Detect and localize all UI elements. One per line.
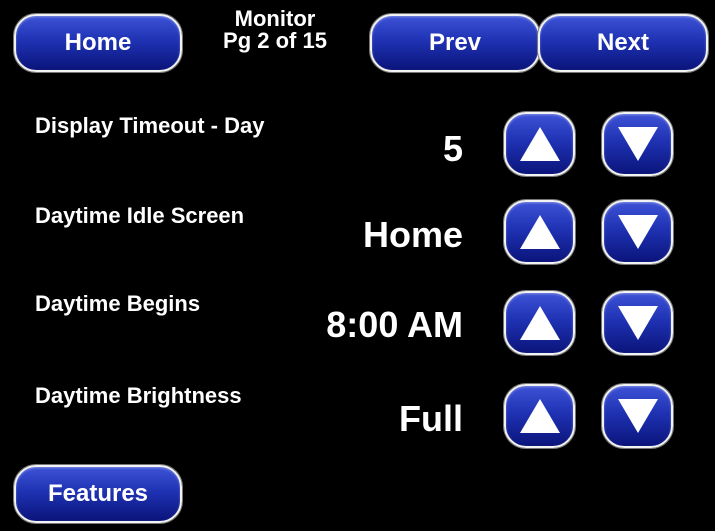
triangle-down-icon [617,306,658,340]
page-title-name: Monitor [234,6,316,31]
triangle-down-icon [617,215,658,249]
daytime-begins-up-button[interactable] [504,291,575,355]
triangle-up-icon [519,215,560,249]
monitor-settings-screen: Home Monitor Pg 2 of 15 Prev Next Displa… [0,0,715,531]
page-indicator: Pg 2 of 15 [223,28,327,53]
home-button-label: Home [64,29,132,56]
setting-label-display-timeout-day: Display Timeout - Day [35,113,265,138]
display-timeout-day-up-button[interactable] [504,112,575,176]
next-button[interactable]: Next [538,14,708,72]
next-button-label: Next [596,29,650,56]
triangle-down-icon [617,127,658,161]
daytime-brightness-down-button[interactable] [602,384,673,448]
triangle-down-icon [617,399,658,433]
setting-label-daytime-idle-screen: Daytime Idle Screen [35,203,245,228]
setting-value-daytime-idle-screen: Home [362,214,463,255]
page-title: Monitor Pg 2 of 15 [185,8,365,52]
display-timeout-day-down-button[interactable] [602,112,673,176]
daytime-brightness-up-button[interactable] [504,384,575,448]
setting-label-daytime-begins: Daytime Begins [35,291,201,316]
daytime-begins-down-button[interactable] [602,291,673,355]
daytime-idle-screen-up-button[interactable] [504,200,575,264]
prev-button[interactable]: Prev [370,14,540,72]
triangle-up-icon [519,306,560,340]
prev-button-label: Prev [428,29,482,56]
setting-value-daytime-brightness: Full [399,398,463,439]
daytime-idle-screen-down-button[interactable] [602,200,673,264]
setting-value-daytime-begins: 8:00 AM [326,304,463,345]
features-button-label: Features [47,480,149,507]
triangle-up-icon [519,399,560,433]
triangle-up-icon [519,127,560,161]
home-button[interactable]: Home [14,14,182,72]
setting-label-daytime-brightness: Daytime Brightness [35,383,242,408]
features-button[interactable]: Features [14,465,182,523]
setting-value-display-timeout-day: 5 [442,128,463,169]
